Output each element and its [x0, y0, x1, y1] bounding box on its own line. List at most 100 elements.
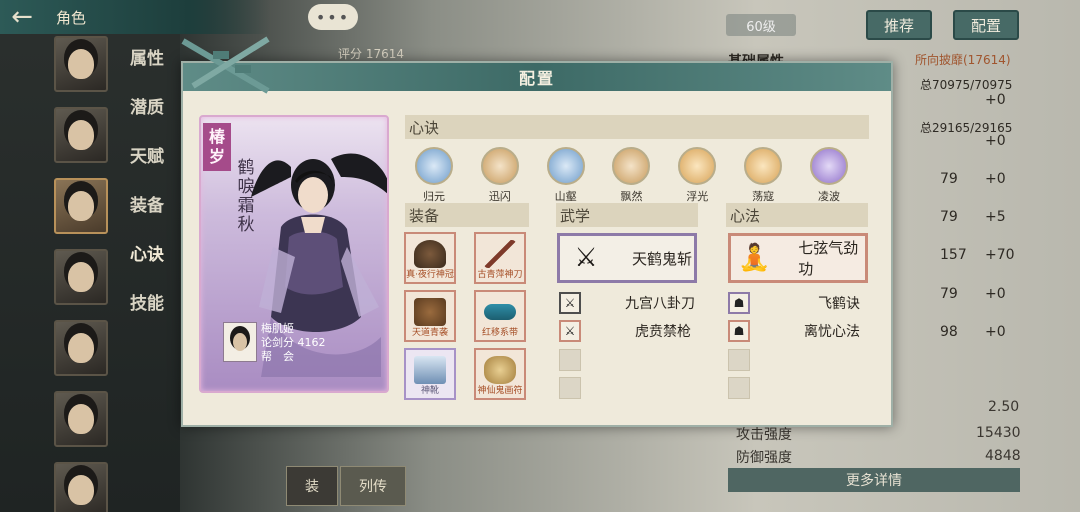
stat-plus-1: +0	[985, 92, 1006, 108]
skill-shanhe[interactable]: 山壑	[541, 147, 591, 204]
section-xinjue: 心诀	[405, 115, 869, 139]
tab-xinjue[interactable]: 心诀	[130, 240, 164, 289]
stat-plus-4: +5	[985, 209, 1006, 225]
guild-line: 帮 会	[261, 350, 294, 363]
page-title: 角色	[56, 8, 87, 27]
stat-plus-3: +0	[985, 171, 1006, 187]
tab-talent[interactable]: 天赋	[130, 142, 164, 191]
skill-orb-icon	[480, 147, 519, 185]
section-wuxue: 武学	[556, 203, 698, 227]
tab-attributes[interactable]: 属性	[130, 44, 164, 93]
skill-orb-icon	[744, 147, 783, 185]
wuxue-empty-slot-1[interactable]	[559, 349, 581, 371]
stat-value-2: 79	[940, 209, 958, 225]
arena-score: 论剑分 4162	[261, 336, 326, 349]
portrait-6[interactable]	[54, 391, 108, 447]
belt-icon	[484, 304, 516, 320]
attack-label: 攻击强度	[736, 427, 792, 443]
score-label: 评分 17614	[338, 47, 405, 61]
tab-equipment[interactable]: 装备	[130, 191, 164, 240]
stat-plus-7: +0	[985, 324, 1006, 340]
stat-value-3: 157	[940, 247, 967, 263]
stat-plus-6: +0	[985, 286, 1006, 302]
crit-value: 2.50	[988, 399, 1020, 415]
equip-slot-weapon[interactable]: 古青萍神刀	[474, 232, 526, 284]
spear-icon: ⚔	[559, 320, 581, 342]
character-card: 椿岁 鹤唳霜秋 梅肌姬 论剑分 4162 帮 会	[199, 115, 389, 393]
modal-header: 配置	[183, 63, 891, 91]
total-hp: 总70975/70975	[920, 78, 1013, 92]
back-arrow-icon[interactable]: ←	[0, 0, 44, 34]
wuxue-empty-slot-2[interactable]	[559, 377, 581, 399]
equip-slot-boots[interactable]: 神靴	[404, 348, 456, 400]
defense-value: 4848	[985, 448, 1021, 464]
config-modal: 配置 椿岁 鹤唳霜秋 梅肌姬 论剑分 4162 帮 会 心诀 归元 迅闪 山壑 …	[181, 36, 893, 427]
xinfa-main-slot[interactable]: 🧘 七弦气劲功	[728, 233, 868, 283]
skill-xunshan[interactable]: 迅闪	[475, 147, 525, 204]
defense-label: 防御强度	[736, 450, 792, 466]
sword-icon	[484, 240, 516, 268]
xinfa-item-1[interactable]: ☗ 飞鹤诀	[728, 291, 868, 315]
meditation-icon: 🧘	[738, 243, 771, 273]
skill-orb-icon	[809, 147, 848, 185]
talisman-icon	[484, 356, 516, 384]
section-equipment: 装备	[405, 203, 529, 227]
crane-icon: ☗	[728, 292, 750, 314]
skill-guiyuan[interactable]: 归元	[409, 147, 459, 204]
top-bar: ← 角色	[0, 0, 270, 34]
skill-piaoran[interactable]: 飘然	[606, 147, 656, 204]
boots-icon	[414, 356, 446, 384]
section-xinfa: 心法	[726, 203, 868, 227]
skill-orb-icon	[678, 147, 717, 185]
skill-orb-icon	[612, 147, 651, 185]
modal-title: 配置	[518, 69, 555, 88]
mind-icon: ☗	[728, 320, 750, 342]
rank-tag: 椿岁	[203, 123, 231, 171]
armor-icon	[414, 298, 446, 326]
tab-potential[interactable]: 潜质	[130, 93, 164, 142]
xinfa-empty-slot-2[interactable]	[728, 377, 750, 399]
xinjue-skill-row: 归元 迅闪 山壑 飘然 浮光 荡寇 凌波	[409, 147, 854, 204]
recommend-button[interactable]: 推荐	[866, 10, 932, 40]
character-portrait-list	[54, 36, 110, 512]
portrait-1[interactable]	[54, 36, 108, 92]
wuxue-item-2[interactable]: ⚔ 虎贲禁枪	[559, 319, 699, 343]
crossed-swords-decoration	[181, 36, 270, 94]
chat-more-icon[interactable]: •••	[308, 4, 358, 30]
helmet-icon	[414, 240, 446, 268]
combat-title-label: 所向披靡(17614)	[915, 53, 1011, 67]
attack-value: 15430	[976, 425, 1021, 441]
stat-value-1: 79	[940, 171, 958, 187]
equip-mini-button[interactable]: 装	[286, 466, 338, 506]
wuxue-main-slot[interactable]: ⚔ 天鹤鬼斩	[557, 233, 697, 283]
swordsman-icon: ⚔	[574, 243, 598, 273]
mini-avatar	[223, 322, 257, 362]
skill-dangkou[interactable]: 荡寇	[738, 147, 788, 204]
skill-orb-icon	[415, 147, 453, 185]
tab-skills[interactable]: 技能	[130, 289, 164, 338]
equip-slot-helmet[interactable]: 真·夜行神冠	[404, 232, 456, 284]
stat-value-4: 79	[940, 286, 958, 302]
side-tabs: 属性 潜质 天赋 装备 心诀 技能	[130, 44, 164, 338]
config-button[interactable]: 配置	[953, 10, 1019, 40]
stat-value-5: 98	[940, 324, 958, 340]
equip-slot-belt[interactable]: 红移系带	[474, 290, 526, 342]
stat-plus-5: +70	[985, 247, 1015, 263]
skill-fuguang[interactable]: 浮光	[672, 147, 722, 204]
portrait-7[interactable]	[54, 462, 108, 512]
portrait-2[interactable]	[54, 107, 108, 163]
wuxue-item-1[interactable]: ⚔ 九宫八卦刀	[559, 291, 699, 315]
level-badge: 60级	[726, 14, 796, 36]
xinfa-empty-slot-1[interactable]	[728, 349, 750, 371]
portrait-5[interactable]	[54, 320, 108, 376]
biography-button[interactable]: 列传	[340, 466, 406, 506]
portrait-3[interactable]	[54, 178, 108, 234]
stat-plus-2: +0	[985, 133, 1006, 149]
portrait-4[interactable]	[54, 249, 108, 305]
more-details-button[interactable]: 更多详情	[728, 468, 1020, 492]
equip-slot-armor[interactable]: 天道青袭	[404, 290, 456, 342]
xinfa-item-2[interactable]: ☗ 离忧心法	[728, 319, 868, 343]
character-name: 梅肌姬	[261, 322, 294, 335]
equip-slot-talisman[interactable]: 神仙鬼画符	[474, 348, 526, 400]
skill-lingbo[interactable]: 凌波	[804, 147, 854, 204]
